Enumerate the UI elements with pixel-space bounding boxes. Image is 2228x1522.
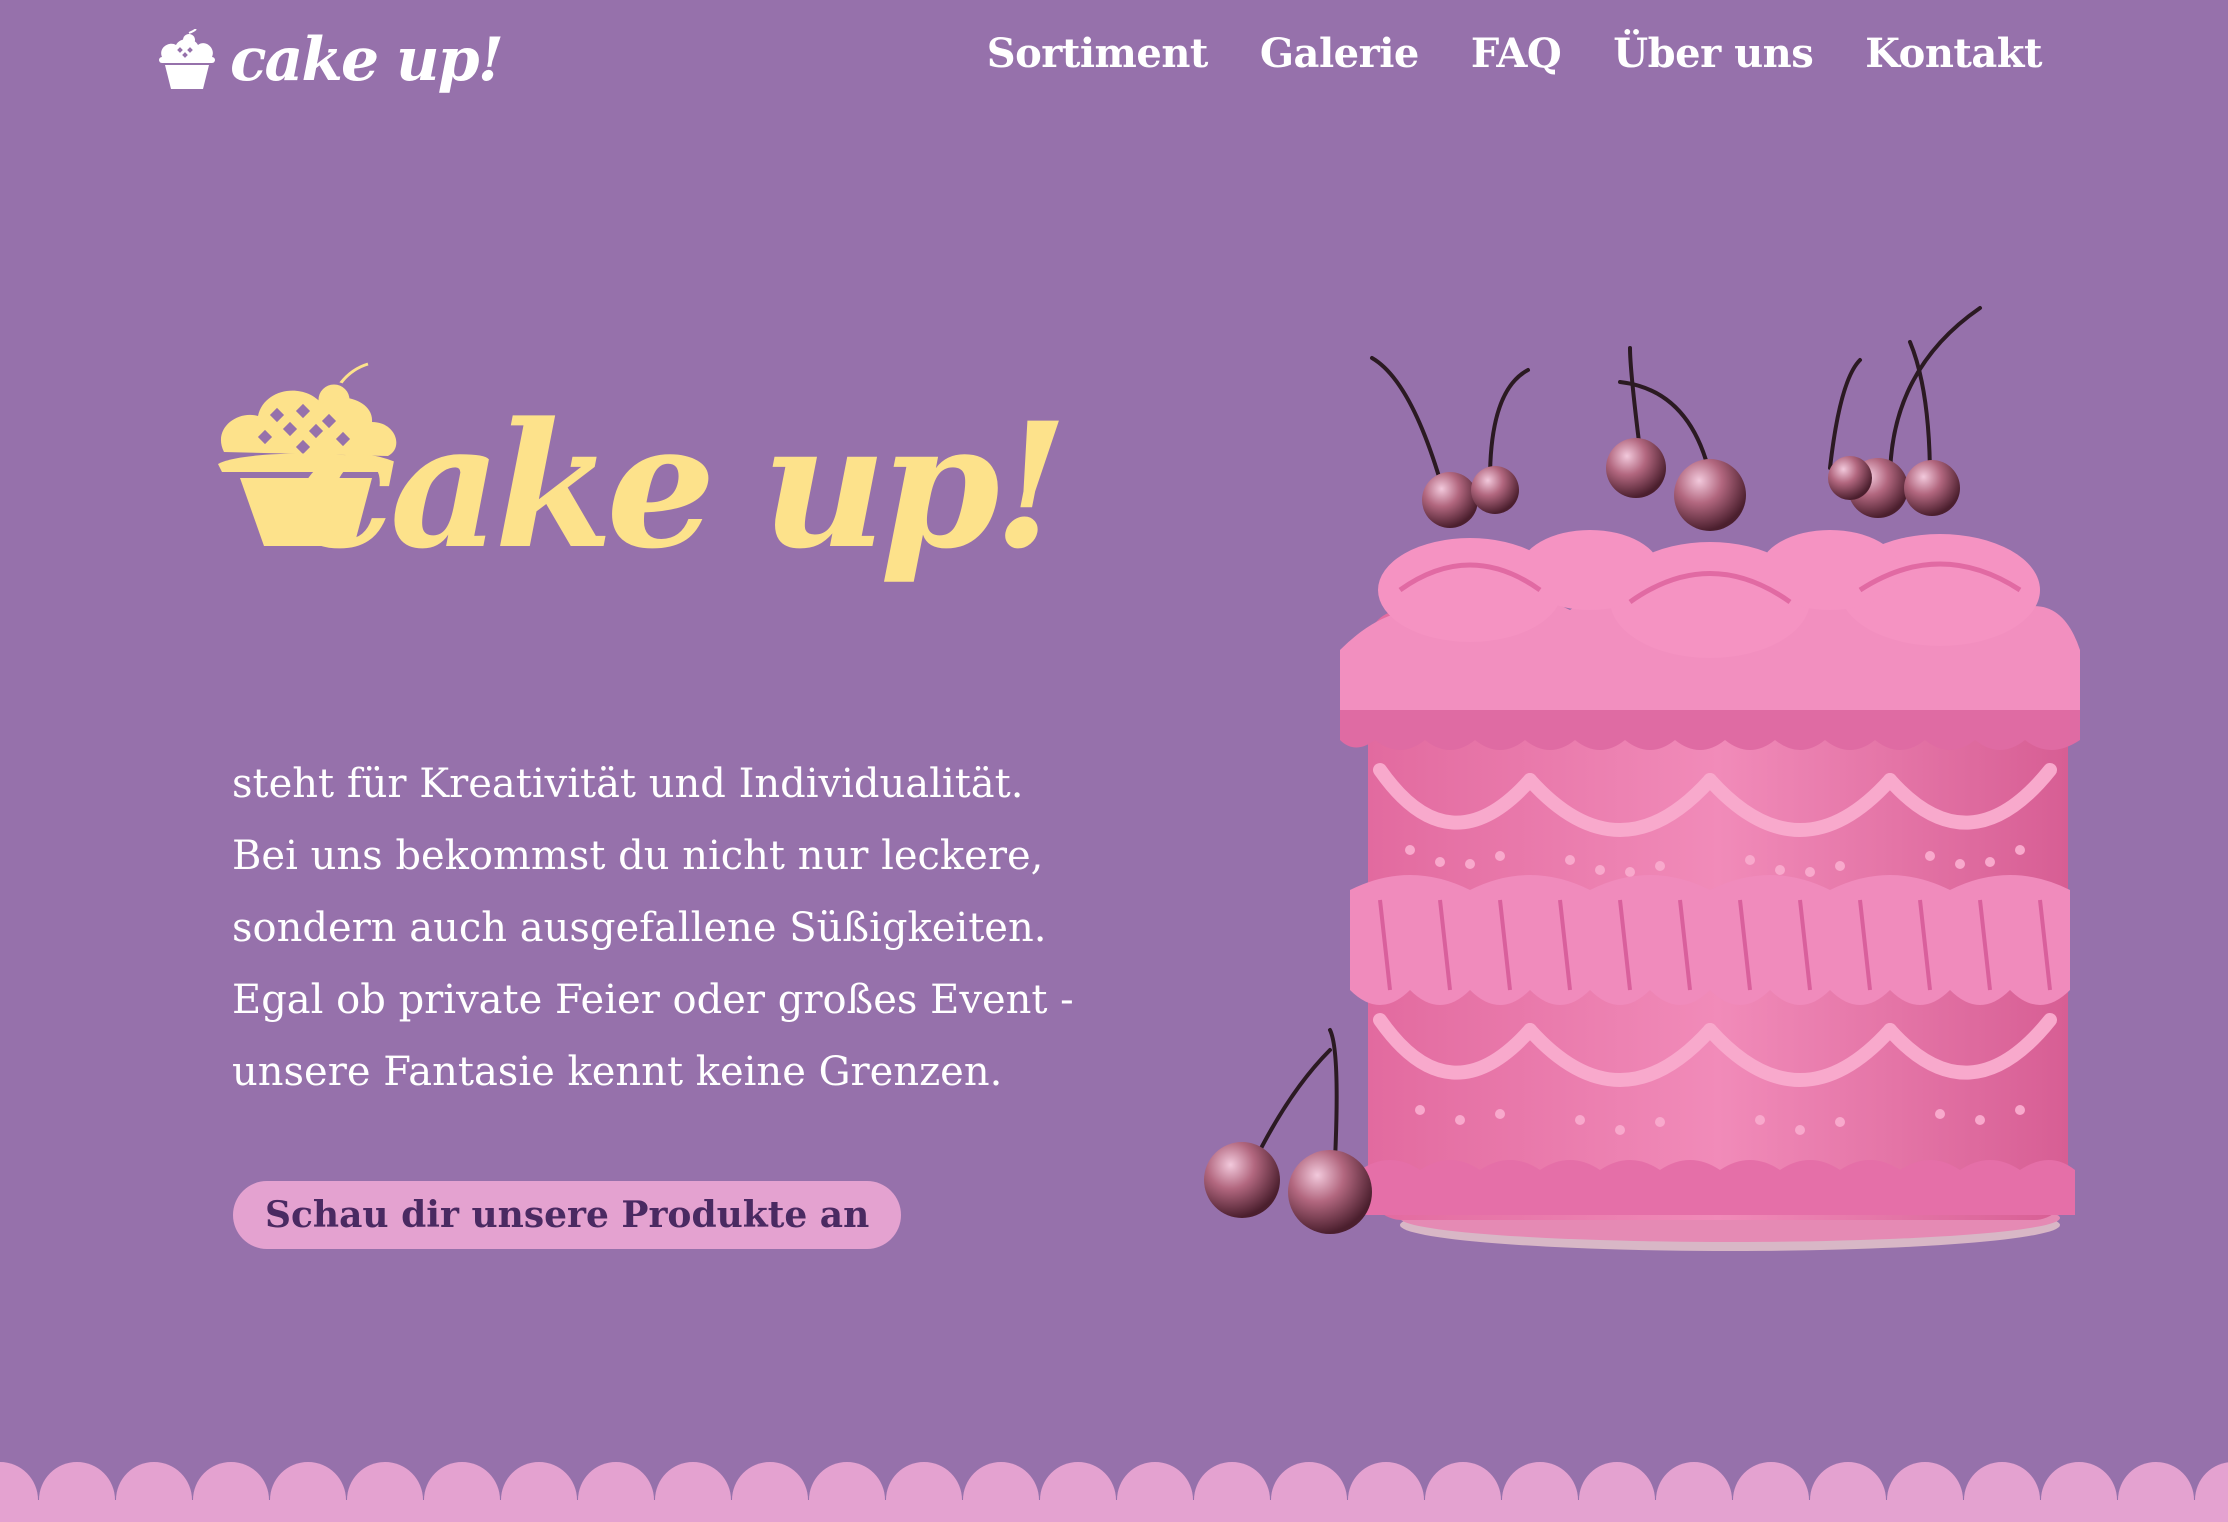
- scallop: [501, 1462, 577, 1522]
- hero-text-line: sondern auch ausgefallene Süßigkeiten.: [232, 905, 1047, 951]
- scallop: [116, 1462, 192, 1522]
- scallop: [270, 1462, 346, 1522]
- nav-item-faq[interactable]: FAQ: [1471, 30, 1562, 77]
- cake-image: [1204, 306, 2080, 1251]
- scallop: [886, 1462, 962, 1522]
- hero-text-line: unsere Fantasie kennt keine Grenzen.: [232, 1049, 1003, 1095]
- scallop: [1117, 1462, 1193, 1522]
- scallop: [2195, 1462, 2228, 1522]
- scallop: [655, 1462, 731, 1522]
- scallop: [193, 1462, 269, 1522]
- scallop: [347, 1462, 423, 1522]
- hero-text-line: steht für Kreativität und Individualität…: [232, 761, 1024, 807]
- nav-item-ueber-uns[interactable]: Über uns: [1613, 30, 1813, 77]
- scallop: [2041, 1462, 2117, 1522]
- cupcake-icon: [159, 29, 215, 89]
- hero-text-line: Bei uns bekommst du nicht nur leckere,: [232, 833, 1044, 879]
- scallop: [1425, 1462, 1501, 1522]
- view-products-button[interactable]: Schau dir unsere Produkte an: [233, 1181, 902, 1249]
- scallop: [1194, 1462, 1270, 1522]
- scallop: [1579, 1462, 1655, 1522]
- header-brand-name: cake up!: [230, 25, 504, 95]
- scallop: [1810, 1462, 1886, 1522]
- nav-item-kontakt[interactable]: Kontakt: [1865, 30, 2042, 77]
- hero-brand-name: cake up!: [292, 384, 1068, 587]
- hero-logo: cake up!: [212, 360, 1092, 650]
- scallop: [732, 1462, 808, 1522]
- scallop: [1964, 1462, 2040, 1522]
- scallop: [1887, 1462, 1963, 1522]
- scallop: [2118, 1462, 2194, 1522]
- scallop: [1271, 1462, 1347, 1522]
- scallop: [1348, 1462, 1424, 1522]
- scallop: [39, 1462, 115, 1522]
- hero-text-line: Egal ob private Feier oder großes Event …: [232, 977, 1074, 1023]
- scallop: [1733, 1462, 1809, 1522]
- scallop: [424, 1462, 500, 1522]
- main-nav: Sortiment Galerie FAQ Über uns Kontakt: [987, 30, 2043, 77]
- nav-item-sortiment[interactable]: Sortiment: [987, 30, 1209, 77]
- header-logo[interactable]: cake up!: [156, 14, 504, 106]
- hero-description: steht für Kreativität und Individualität…: [232, 748, 1152, 1108]
- scallop: [809, 1462, 885, 1522]
- scallop: [578, 1462, 654, 1522]
- scallop: [0, 1462, 38, 1522]
- scallop: [1502, 1462, 1578, 1522]
- scallop-border: [0, 1462, 2228, 1522]
- nav-item-galerie[interactable]: Galerie: [1260, 30, 1419, 77]
- scallop: [1040, 1462, 1116, 1522]
- scallop: [1656, 1462, 1732, 1522]
- scallop: [963, 1462, 1039, 1522]
